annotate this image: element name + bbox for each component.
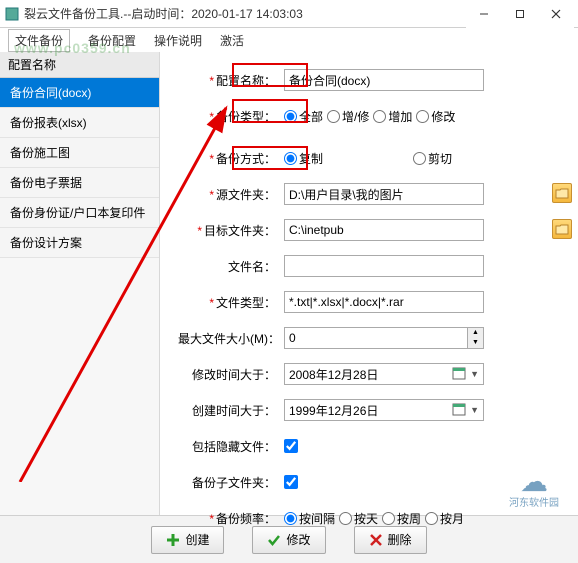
label-include-hidden: 包括隐藏文件：: [178, 438, 284, 455]
sidebar-item-0[interactable]: 备份合同(docx): [0, 78, 159, 108]
file-type-input[interactable]: [284, 291, 484, 313]
sidebar-item-2[interactable]: 备份施工图: [0, 138, 159, 168]
label-config-name: *配置名称：: [178, 72, 284, 89]
menubar: 文件备份 备份配置 操作说明 激活: [0, 28, 578, 52]
chevron-down-icon: ▼: [470, 369, 479, 379]
max-size-input[interactable]: ▲▼: [284, 327, 484, 349]
radio-type-add[interactable]: [373, 110, 386, 123]
label-backup-mode: *备份方式：: [178, 150, 284, 167]
calendar-icon: [452, 366, 468, 382]
browse-source-button[interactable]: [552, 183, 572, 203]
radio-freq-month[interactable]: [425, 512, 438, 525]
radio-freq-interval[interactable]: [284, 512, 297, 525]
backup-subdir-checkbox[interactable]: [284, 475, 298, 489]
label-backup-type: *备份类型：: [178, 108, 284, 125]
chevron-down-icon: ▼: [470, 405, 479, 415]
tab-file-backup[interactable]: 文件备份: [8, 29, 70, 52]
sidebar-item-4[interactable]: 备份身份证/户口本复印件: [0, 198, 159, 228]
sidebar-list: 备份合同(docx) 备份报表(xlsx) 备份施工图 备份电子票据 备份身份证…: [0, 78, 159, 515]
sidebar-item-5[interactable]: 备份设计方案: [0, 228, 159, 258]
sidebar-item-3[interactable]: 备份电子票据: [0, 168, 159, 198]
minimize-button[interactable]: [466, 0, 502, 28]
file-name-input[interactable]: [284, 255, 484, 277]
backup-type-radios: 全部 增/修 增加 修改: [284, 108, 560, 125]
backup-mode-radios: 复制 剪切: [284, 150, 560, 167]
browse-target-button[interactable]: [552, 219, 572, 239]
label-max-size: 最大文件大小(M)：: [178, 330, 284, 347]
radio-mode-cut[interactable]: [413, 152, 426, 165]
source-dir-input[interactable]: [284, 183, 484, 205]
window-title: 裂云文件备份工具.--启动时间：2020-01-17 14:03:03: [24, 5, 466, 22]
label-create-after: 创建时间大于：: [178, 402, 284, 419]
label-backup-freq: *备份频率：: [178, 510, 284, 527]
max-size-spinner[interactable]: ▲▼: [467, 328, 483, 348]
radio-type-addmod[interactable]: [327, 110, 340, 123]
create-after-datepicker[interactable]: 1999年12月26日 ▼: [284, 399, 484, 421]
label-backup-subdir: 备份子文件夹：: [178, 474, 284, 491]
x-icon: [369, 533, 383, 547]
target-dir-input[interactable]: [284, 219, 484, 241]
radio-mode-copy[interactable]: [284, 152, 297, 165]
mod-after-datepicker[interactable]: 2008年12月28日 ▼: [284, 363, 484, 385]
app-icon: [4, 6, 20, 22]
label-mod-after: 修改时间大于：: [178, 366, 284, 383]
radio-type-all[interactable]: [284, 110, 297, 123]
config-name-input[interactable]: [284, 69, 484, 91]
include-hidden-checkbox[interactable]: [284, 439, 298, 453]
form-panel: *配置名称： *备份类型： 全部 增/修 增加 修改 *备份方式： 复制 剪切 …: [160, 52, 578, 515]
label-target-dir: *目标文件夹：: [178, 222, 284, 239]
radio-type-mod[interactable]: [416, 110, 429, 123]
backup-freq-radios: 按间隔 按天 按周 按月: [284, 510, 560, 527]
menu-instructions[interactable]: 操作说明: [154, 32, 202, 49]
check-icon: [267, 533, 281, 547]
menu-activate[interactable]: 激活: [220, 32, 244, 49]
sidebar: 配置名称 备份合同(docx) 备份报表(xlsx) 备份施工图 备份电子票据 …: [0, 52, 160, 515]
plus-icon: [166, 533, 180, 547]
calendar-icon: [452, 402, 468, 418]
radio-freq-day[interactable]: [339, 512, 352, 525]
sidebar-item-1[interactable]: 备份报表(xlsx): [0, 108, 159, 138]
menu-backup-config[interactable]: 备份配置: [88, 32, 136, 49]
maximize-button[interactable]: [502, 0, 538, 28]
label-file-name: 文件名：: [178, 258, 284, 275]
close-button[interactable]: [538, 0, 574, 28]
label-file-type: *文件类型：: [178, 294, 284, 311]
sidebar-header: 配置名称: [0, 52, 159, 78]
radio-freq-week[interactable]: [382, 512, 395, 525]
label-source-dir: *源文件夹：: [178, 186, 284, 203]
window-titlebar: 裂云文件备份工具.--启动时间：2020-01-17 14:03:03: [0, 0, 578, 28]
